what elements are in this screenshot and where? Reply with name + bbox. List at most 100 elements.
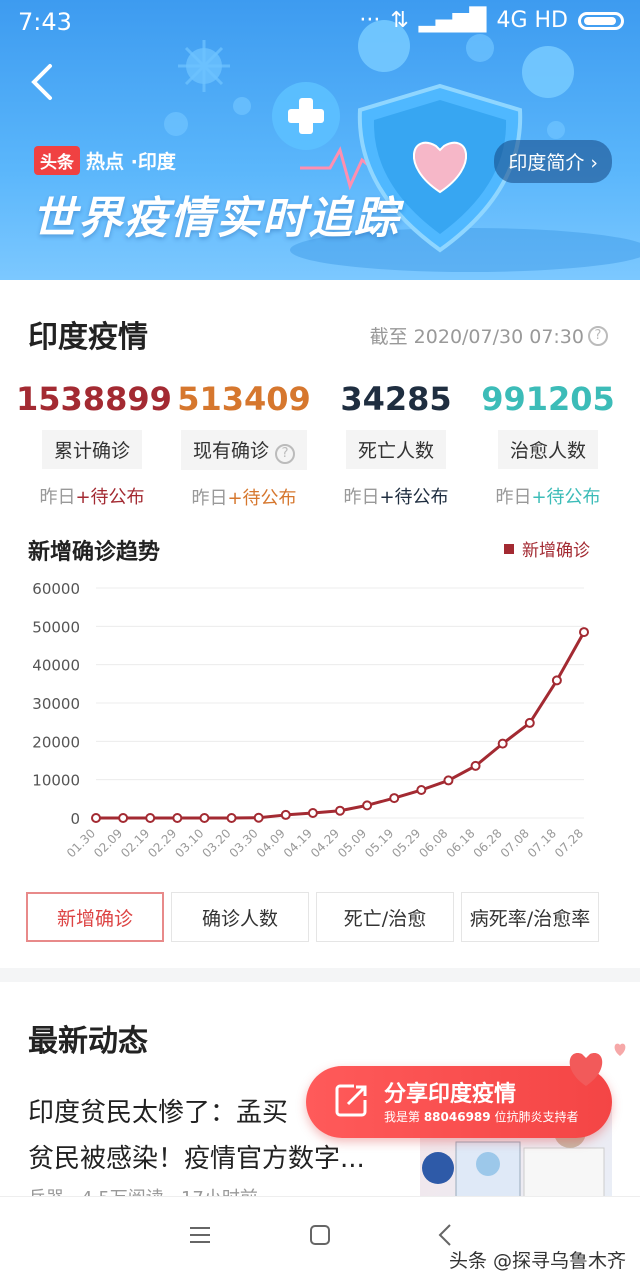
tab-deaths-recovered[interactable]: 死亡/治愈 xyxy=(316,892,454,942)
x-tick-label: 06.08 xyxy=(416,826,450,860)
x-tick-label: 06.28 xyxy=(471,826,505,860)
help-icon[interactable]: ? xyxy=(275,444,296,464)
stat-yesterday: 昨日+待公布 xyxy=(343,487,449,508)
signal-icon: ··· xyxy=(359,8,381,33)
x-tick-label: 03.20 xyxy=(199,826,233,860)
section-divider xyxy=(0,968,640,982)
chart-tabs: 新增确诊 确诊人数 死亡/治愈 病死率/治愈率 xyxy=(26,892,599,942)
trend-chart: 0 10000 20000 30000 40000 50000 60000 01.3002.0… xyxy=(32,580,589,860)
chevron-right-icon: › xyxy=(590,152,598,174)
data-point xyxy=(199,813,210,823)
x-tick-label: 02.29 xyxy=(145,826,179,860)
stat-yesterday: 昨日+待公布 xyxy=(39,487,145,508)
data-point xyxy=(443,775,454,786)
page-title: 世界疫情实时追踪 xyxy=(32,193,400,244)
cell-signal-icon: ▂▄▆█ xyxy=(418,8,487,33)
x-tick-label: 06.18 xyxy=(443,826,477,860)
news-section-title: 最新动态 xyxy=(28,1024,148,1059)
y-tick-label: 10000 xyxy=(32,772,80,790)
y-tick-label: 0 xyxy=(70,810,80,828)
data-point xyxy=(145,813,156,823)
as-of-time: 截至 2020/07/30 07:30 ? xyxy=(370,322,608,349)
stat-value: 1538899 xyxy=(16,380,172,418)
as-of-text: 截至 2020/07/30 07:30 xyxy=(369,326,584,348)
series-line xyxy=(96,631,586,820)
stat-label: 累计确诊 xyxy=(41,430,142,469)
y-tick-label: 30000 xyxy=(32,695,80,713)
network-type: 4G HD xyxy=(496,8,568,33)
data-point xyxy=(226,813,237,823)
data-point xyxy=(389,793,400,804)
x-tick-label: 07.18 xyxy=(525,826,559,860)
x-tick-label: 07.28 xyxy=(552,826,586,860)
x-tick-label: 05.19 xyxy=(362,826,396,860)
x-tick-label: 04.09 xyxy=(254,826,288,860)
country-intro-label: 印度简介 xyxy=(508,152,585,174)
status-bar: 7:43 ··· ⇅ ▂▄▆█ 4G HD xyxy=(0,0,640,44)
stat-yesterday: 昨日+待公布 xyxy=(191,488,297,509)
y-tick-label: 20000 xyxy=(32,733,80,751)
data-point xyxy=(470,760,481,771)
stat-active-confirmed: 513409 现有确诊 ? 昨日+待公布 xyxy=(168,380,320,510)
stat-recovered: 991205 治愈人数 昨日+待公布 xyxy=(472,380,624,510)
hearts-decoration-icon xyxy=(569,1043,626,1086)
y-tick-label: 50000 xyxy=(32,618,80,636)
chart-legend: 新增确诊 xyxy=(504,536,590,561)
x-tick-label: 05.09 xyxy=(335,826,369,860)
data-point xyxy=(91,813,101,823)
x-tick-label: 05.29 xyxy=(389,826,423,860)
data-point xyxy=(280,809,291,820)
watermark: 头条 @探寻乌鲁木齐 xyxy=(448,1250,626,1272)
x-tick-label: 07.08 xyxy=(498,826,532,860)
legend-label: 新增确诊 xyxy=(522,541,590,561)
back-button[interactable] xyxy=(26,62,62,102)
data-point xyxy=(524,717,535,728)
chart-title: 新增确诊趋势 xyxy=(28,540,161,565)
back-nav-icon[interactable] xyxy=(434,1223,458,1247)
stat-total-confirmed: 1538899 累计确诊 昨日+待公布 xyxy=(16,380,172,510)
data-point xyxy=(579,627,589,638)
x-tick-label: 03.10 xyxy=(172,826,206,860)
summary-title: 印度疫情 xyxy=(28,320,148,355)
help-icon[interactable]: ? xyxy=(588,325,608,346)
source-tag: 头条 xyxy=(34,146,80,175)
x-tick-label: 03.30 xyxy=(227,826,261,860)
tab-new-confirmed[interactable]: 新增确诊 xyxy=(26,892,164,942)
x-tick-label: 04.19 xyxy=(281,826,315,860)
status-icons: ··· ⇅ ▂▄▆█ 4G HD xyxy=(359,8,624,33)
data-point xyxy=(253,812,264,823)
share-subtext: 我是第 88046989 位抗肺炎支持者 xyxy=(384,1110,579,1124)
stat-value: 34285 xyxy=(340,380,452,418)
status-time: 7:43 xyxy=(18,8,72,36)
tab-fatality-recovery-rate[interactable]: 病死率/治愈率 xyxy=(461,892,599,942)
header-banner: 7:43 ··· ⇅ ▂▄▆█ 4G HD 头条 热点 ·印度 世界疫情实时追踪… xyxy=(0,0,640,280)
stats-row: 1538899 累计确诊 昨日+待公布 513409 现有确诊 ? 昨日+待公布… xyxy=(16,380,624,510)
stat-deaths: 34285 死亡人数 昨日+待公布 xyxy=(320,380,472,510)
x-tick-label: 01.30 xyxy=(64,826,98,860)
stat-yesterday: 昨日+待公布 xyxy=(495,487,601,508)
menu-icon[interactable] xyxy=(188,1223,212,1247)
banner-tag-text: 热点 ·印度 xyxy=(86,151,176,173)
country-intro-button[interactable]: 印度简介 › xyxy=(494,140,612,183)
y-tick-label: 40000 xyxy=(32,657,80,675)
data-point xyxy=(335,805,345,816)
data-point xyxy=(497,738,508,749)
share-label: 分享印度疫情 xyxy=(384,1082,517,1107)
news-headline-line: 贫民被感染！疫情官方数字... xyxy=(28,1144,365,1174)
home-icon[interactable] xyxy=(308,1223,332,1247)
x-tick-label: 02.19 xyxy=(118,826,152,860)
stat-label[interactable]: 现有确诊 ? xyxy=(180,430,308,470)
stat-label: 治愈人数 xyxy=(497,430,598,469)
share-icon xyxy=(335,1084,367,1117)
data-arrows-icon: ⇅ xyxy=(390,8,409,33)
banner-tag: 头条 热点 ·印度 xyxy=(34,146,176,175)
data-point xyxy=(118,813,129,823)
data-point xyxy=(362,800,373,811)
data-point xyxy=(307,808,318,819)
stat-value: 991205 xyxy=(481,380,615,418)
x-tick-label: 02.09 xyxy=(91,826,125,860)
battery-icon xyxy=(578,11,624,30)
stat-value: 513409 xyxy=(177,380,311,418)
tab-confirmed-total[interactable]: 确诊人数 xyxy=(171,892,309,942)
x-tick-label: 04.29 xyxy=(308,826,342,860)
